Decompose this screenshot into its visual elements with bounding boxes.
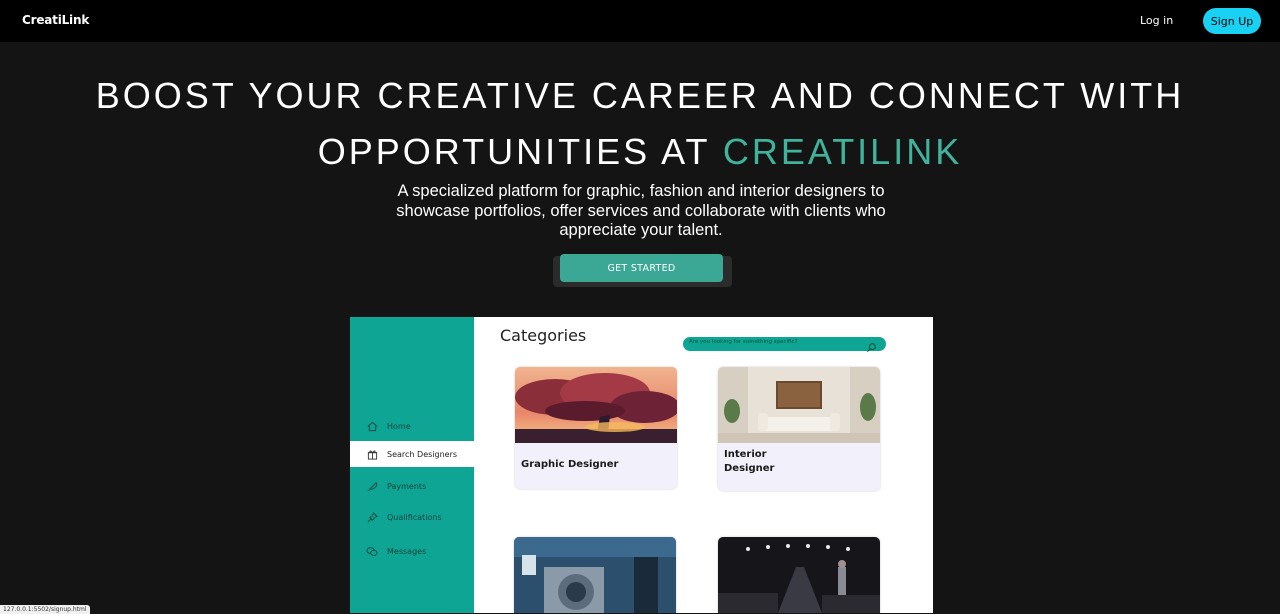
sidebar-item-payments[interactable]: Payments bbox=[350, 473, 474, 499]
sidebar-item-qualifications[interactable]: Qualifications bbox=[350, 504, 474, 530]
signup-button[interactable]: Sign Up bbox=[1203, 8, 1261, 34]
category-card-4[interactable] bbox=[718, 537, 880, 613]
search-icon[interactable] bbox=[866, 338, 877, 357]
feather-icon bbox=[366, 480, 378, 492]
pin-icon bbox=[366, 511, 378, 523]
sidebar-item-home[interactable]: Home bbox=[350, 413, 474, 439]
card-label-line2: Designer bbox=[724, 463, 775, 474]
hero-title-line2: OPPORTUNITIES AT bbox=[317, 131, 723, 172]
interior-designer-image bbox=[718, 367, 880, 443]
hero-title-brand: CREATILINK bbox=[722, 131, 963, 172]
sidebar-item-search-designers[interactable]: Search Designers bbox=[350, 441, 474, 467]
search-bar[interactable]: Are you looking for something specific? bbox=[683, 337, 886, 353]
category-image-tech bbox=[514, 537, 676, 613]
sidebar-item-label: Messages bbox=[387, 546, 427, 556]
category-card-graphic-designer[interactable]: Graphic Designer bbox=[515, 367, 677, 489]
categories-title: Categories bbox=[500, 326, 587, 345]
gift-icon bbox=[366, 448, 378, 460]
card-label-line1: Interior bbox=[724, 449, 767, 460]
get-started-button[interactable]: GET STARTED bbox=[560, 254, 723, 282]
top-navbar: CreatiLink Log in Sign Up bbox=[0, 0, 1280, 42]
category-card-interior-designer[interactable]: Interior Designer bbox=[718, 367, 880, 491]
chat-icon bbox=[366, 545, 378, 557]
hero-title-line1: BOOST YOUR CREATIVE CAREER AND CONNECT W… bbox=[95, 75, 1185, 116]
home-icon bbox=[366, 420, 378, 432]
sidebar-item-label: Search Designers bbox=[387, 449, 458, 459]
card-label: Interior Designer bbox=[724, 448, 774, 476]
preview-sidebar: Home Search Designers Payments Qualifica… bbox=[350, 317, 474, 613]
graphic-designer-image bbox=[515, 367, 677, 443]
sidebar-item-label: Qualifications bbox=[387, 512, 442, 522]
card-label: Graphic Designer bbox=[521, 459, 619, 470]
category-image-fashion bbox=[718, 537, 880, 613]
category-card-3[interactable] bbox=[514, 537, 676, 613]
search-input[interactable]: Are you looking for something specific? bbox=[689, 339, 797, 345]
hero-subtitle: A specialized platform for graphic, fash… bbox=[396, 182, 886, 239]
logo[interactable]: CreatiLink bbox=[22, 13, 89, 27]
hero-title: BOOST YOUR CREATIVE CAREER AND CONNECT W… bbox=[0, 68, 1280, 180]
sidebar-item-label: Payments bbox=[387, 481, 427, 491]
sidebar-item-messages[interactable]: Messages bbox=[350, 538, 474, 564]
sidebar-item-label: Home bbox=[387, 421, 411, 431]
login-link[interactable]: Log in bbox=[1140, 14, 1173, 27]
app-preview: Home Search Designers Payments Qualifica… bbox=[350, 317, 933, 613]
